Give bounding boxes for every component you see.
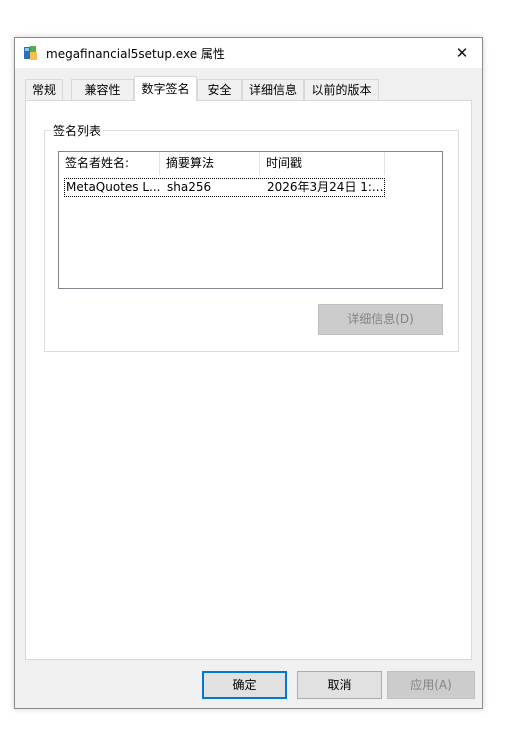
list-header: 签名者姓名: 摘要算法 时间戳 <box>59 152 442 175</box>
tab-panel: 签名列表 签名者姓名: 摘要算法 时间戳 MetaQuotes L... sha… <box>25 100 472 660</box>
tab-previous-versions[interactable]: 以前的版本 <box>304 79 379 100</box>
list-item[interactable]: MetaQuotes L... sha256 2026年3月24日 1:... <box>64 178 385 197</box>
column-timestamp[interactable]: 时间戳 <box>260 152 385 175</box>
column-digest-algorithm[interactable]: 摘要算法 <box>160 152 260 175</box>
apply-button[interactable]: 应用(A) <box>387 671 475 699</box>
cancel-button[interactable]: 取消 <box>297 671 382 699</box>
timestamp: 2026年3月24日 1:... <box>267 180 384 194</box>
properties-dialog: megafinancial5setup.exe 属性 ✕ 常规 兼容性 数字签名… <box>14 37 483 709</box>
installer-icon <box>23 45 39 61</box>
details-button[interactable]: 详细信息(D) <box>318 304 443 335</box>
tab-compatibility[interactable]: 兼容性 <box>71 79 134 100</box>
close-icon[interactable]: ✕ <box>442 38 482 68</box>
group-title: 签名列表 <box>51 122 104 139</box>
column-signer[interactable]: 签名者姓名: <box>59 152 160 175</box>
tab-general[interactable]: 常规 <box>25 79 63 100</box>
tab-security[interactable]: 安全 <box>197 79 242 100</box>
ok-button[interactable]: 确定 <box>202 671 287 699</box>
signature-list[interactable]: 签名者姓名: 摘要算法 时间戳 MetaQuotes L... sha256 2… <box>58 151 443 289</box>
window-title: megafinancial5setup.exe 属性 <box>46 47 225 61</box>
tab-details[interactable]: 详细信息 <box>242 79 304 100</box>
digest-algorithm: sha256 <box>167 180 212 194</box>
signature-list-group: 签名列表 签名者姓名: 摘要算法 时间戳 MetaQuotes L... sha… <box>44 122 459 352</box>
tab-digital-signatures[interactable]: 数字签名 <box>134 76 197 101</box>
title-bar: megafinancial5setup.exe 属性 ✕ <box>15 38 482 68</box>
signer-name: MetaQuotes L... <box>66 180 160 194</box>
